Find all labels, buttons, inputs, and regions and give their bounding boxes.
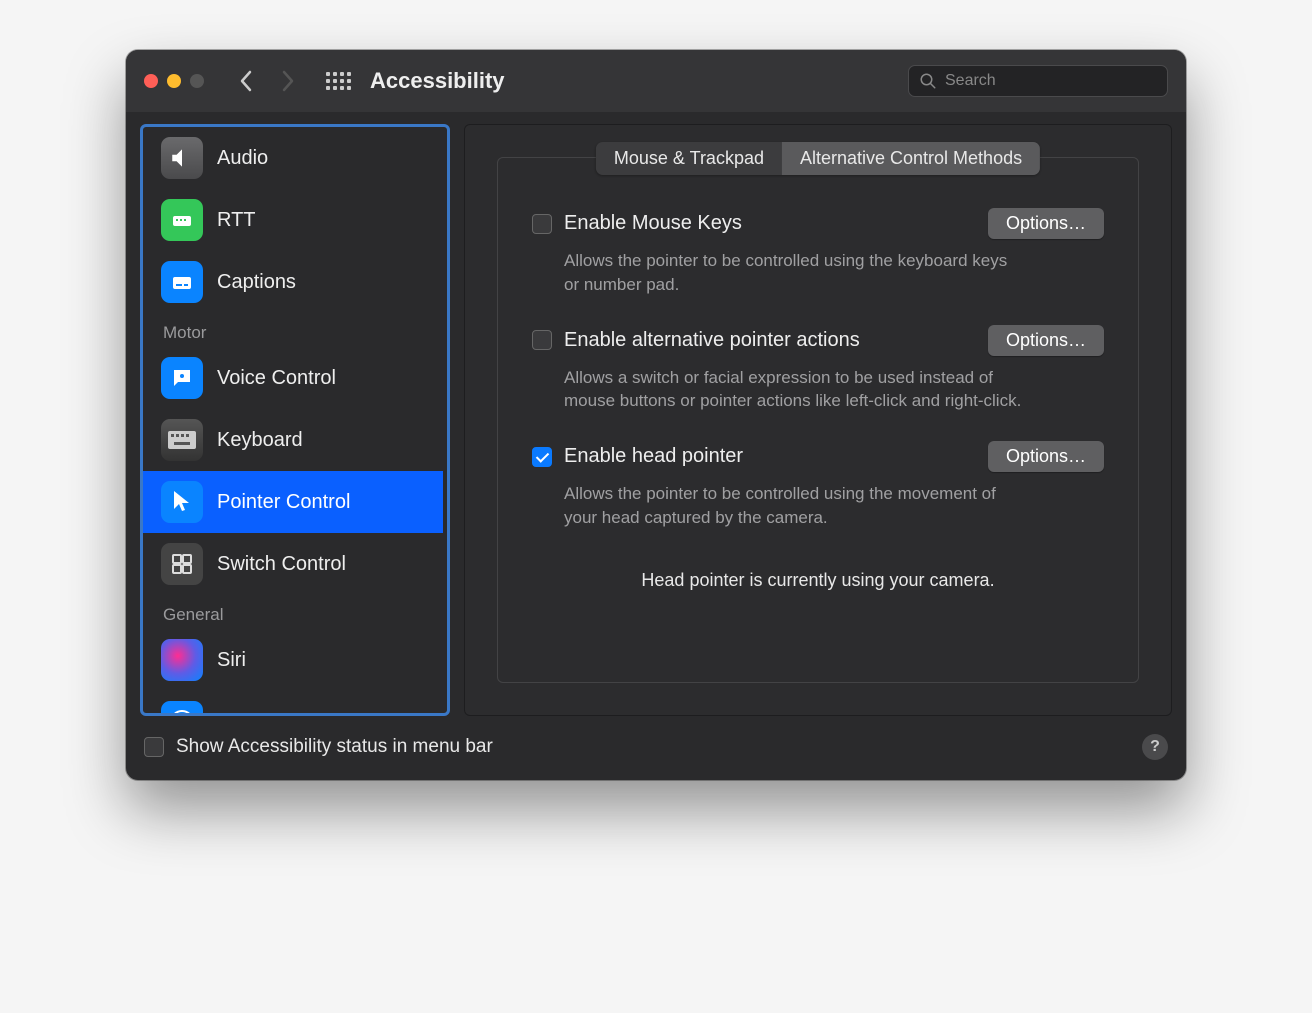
option-label: Enable alternative pointer actions <box>564 329 976 352</box>
forward-button <box>274 67 302 95</box>
switch-control-icon <box>161 543 203 585</box>
option-mouse-keys: Enable Mouse Keys Options… Allows the po… <box>532 208 1104 297</box>
sidebar-item-label: Pointer Control <box>217 491 350 514</box>
sidebar-item-captions[interactable]: Captions <box>143 251 443 313</box>
category-header-general: General <box>143 595 443 629</box>
tab-bar: Mouse & Trackpad Alternative Control Met… <box>596 142 1040 175</box>
main-panel: Mouse & Trackpad Alternative Control Met… <box>464 124 1172 716</box>
sidebar-item-voice-control[interactable]: Voice Control <box>143 347 443 409</box>
options-button-mouse-keys[interactable]: Options… <box>988 208 1104 239</box>
sidebar-item-rtt[interactable]: RTT <box>143 189 443 251</box>
options-panel: Mouse & Trackpad Alternative Control Met… <box>497 157 1139 683</box>
siri-icon <box>161 639 203 681</box>
captions-icon <box>161 261 203 303</box>
back-button[interactable] <box>232 67 260 95</box>
footer: Show Accessibility status in menu bar ? <box>126 716 1186 780</box>
chevron-right-icon <box>281 70 295 92</box>
speaker-icon <box>161 137 203 179</box>
checkbox-mouse-keys[interactable] <box>532 214 552 234</box>
options-button-alt-pointer[interactable]: Options… <box>988 325 1104 356</box>
option-description: Allows the pointer to be controlled usin… <box>564 482 1024 530</box>
checkbox-menubar-status[interactable] <box>144 737 164 757</box>
checkbox-alt-pointer[interactable] <box>532 330 552 350</box>
option-label: Enable Mouse Keys <box>564 212 976 235</box>
pointer-icon <box>161 481 203 523</box>
sidebar-item-label: Keyboard <box>217 429 303 452</box>
window-title: Accessibility <box>370 68 505 94</box>
zoom-button <box>190 74 204 88</box>
tab-mouse-trackpad[interactable]: Mouse & Trackpad <box>596 142 782 175</box>
camera-status-text: Head pointer is currently using your cam… <box>532 570 1104 591</box>
sidebar-item-switch-control[interactable]: Switch Control <box>143 533 443 595</box>
sidebar-item-label: Captions <box>217 271 296 294</box>
sidebar-item-label: Voice Control <box>217 367 336 390</box>
rtt-icon <box>161 199 203 241</box>
sidebar-item-label: RTT <box>217 209 256 232</box>
sidebar-item-shortcut[interactable]: Shortcut <box>143 691 443 713</box>
sidebar: Audio RTT Captions Motor <box>140 124 450 716</box>
sidebar-item-label: Switch Control <box>217 553 346 576</box>
sidebar-item-siri[interactable]: Siri <box>143 629 443 691</box>
close-button[interactable] <box>144 74 158 88</box>
sidebar-item-pointer-control[interactable]: Pointer Control <box>143 471 443 533</box>
sidebar-list[interactable]: Audio RTT Captions Motor <box>143 127 447 713</box>
option-head-pointer: Enable head pointer Options… Allows the … <box>532 441 1104 530</box>
sidebar-item-label: Siri <box>217 649 246 672</box>
content-area: Audio RTT Captions Motor <box>126 112 1186 716</box>
minimize-button[interactable] <box>167 74 181 88</box>
search-field[interactable] <box>908 65 1168 97</box>
sidebar-item-label: Shortcut <box>217 711 291 714</box>
sidebar-item-label: Audio <box>217 147 268 170</box>
option-label: Enable head pointer <box>564 445 976 468</box>
show-all-button[interactable] <box>324 67 352 95</box>
voice-control-icon <box>161 357 203 399</box>
tab-alternative-control[interactable]: Alternative Control Methods <box>782 142 1040 175</box>
option-description: Allows the pointer to be controlled usin… <box>564 249 1024 297</box>
category-header-motor: Motor <box>143 313 443 347</box>
footer-checkbox-label: Show Accessibility status in menu bar <box>176 736 493 758</box>
option-alt-pointer-actions: Enable alternative pointer actions Optio… <box>532 325 1104 414</box>
preferences-window: Accessibility Audio RTT <box>126 50 1186 780</box>
option-description: Allows a switch or facial expression to … <box>564 366 1024 414</box>
help-button[interactable]: ? <box>1142 734 1168 760</box>
accessibility-shortcut-icon <box>161 701 203 713</box>
window-controls <box>144 74 204 88</box>
keyboard-icon <box>161 419 203 461</box>
titlebar: Accessibility <box>126 50 1186 112</box>
sidebar-item-keyboard[interactable]: Keyboard <box>143 409 443 471</box>
search-input[interactable] <box>945 72 1157 90</box>
chevron-left-icon <box>239 70 253 92</box>
sidebar-item-audio[interactable]: Audio <box>143 127 443 189</box>
search-icon <box>919 72 937 90</box>
checkbox-head-pointer[interactable] <box>532 447 552 467</box>
options-button-head-pointer[interactable]: Options… <box>988 441 1104 472</box>
